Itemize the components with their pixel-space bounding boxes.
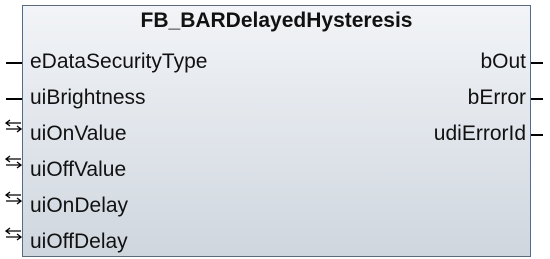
inout-arrow-icon [5, 155, 22, 169]
input-pin-line [6, 98, 22, 100]
input-label-edatasecuritytype: eDataSecurityType [30, 50, 208, 73]
output-label-bout: bOut [480, 50, 526, 73]
inout-arrow-icon [5, 227, 22, 241]
output-pin-line [531, 134, 543, 136]
input-pin-line [6, 62, 22, 64]
inout-label-uioffvalue: uiOffValue [30, 158, 127, 181]
inout-arrow-icon [5, 191, 22, 205]
inout-label-uioffdelay: uiOffDelay [30, 230, 128, 253]
inout-arrow-icon [5, 119, 22, 133]
inout-label-uiondelay: uiOnDelay [30, 194, 129, 217]
input-label-uibrightness: uiBrightness [30, 86, 146, 109]
output-label-udierrorid: udiErrorId [433, 122, 526, 145]
output-pin-line [531, 98, 543, 100]
output-label-berror: bError [467, 86, 526, 109]
output-pin-line [531, 62, 543, 64]
inout-label-uionvalue: uiOnValue [30, 122, 127, 145]
function-block-title: FB_BARDelayedHysteresis [140, 9, 413, 32]
function-block-diagram: FB_BARDelayedHysteresis eDataSecurityTyp… [0, 0, 550, 259]
